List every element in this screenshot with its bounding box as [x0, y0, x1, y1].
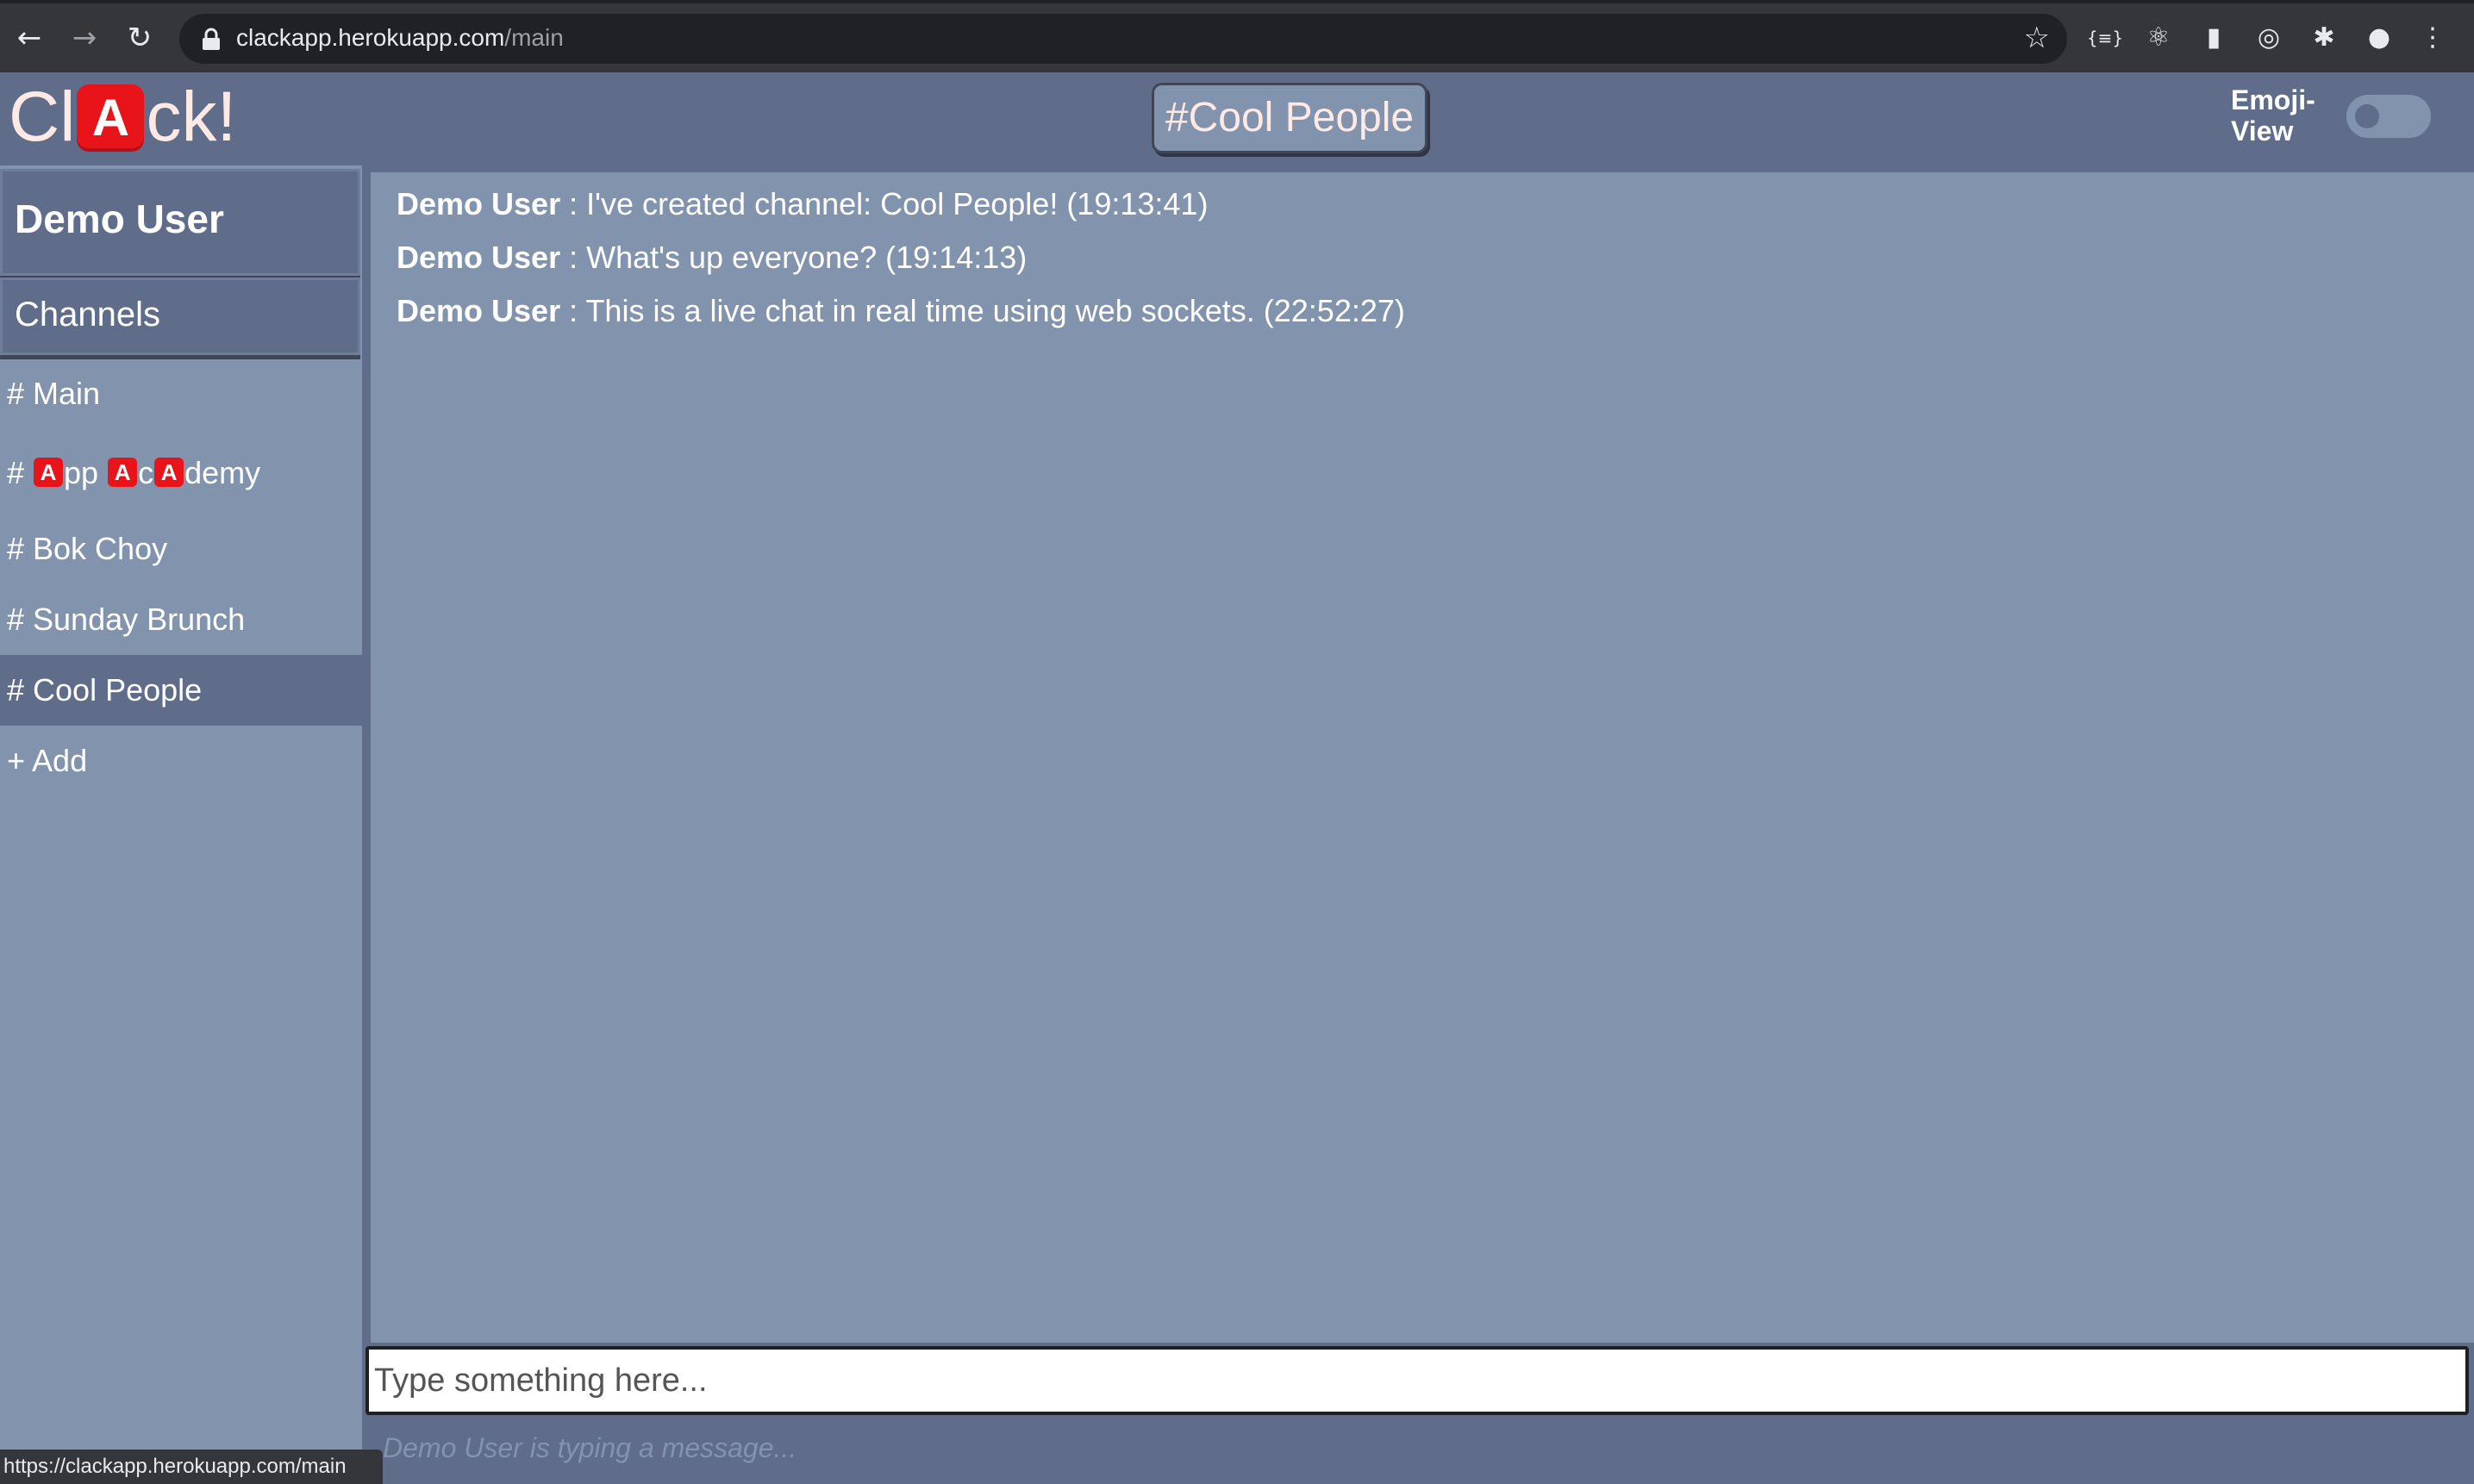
emoji-view-toggle[interactable]	[2346, 95, 2431, 138]
message-author: Demo User	[397, 293, 561, 328]
add-channel-button[interactable]: + Add	[0, 726, 362, 796]
channels-label: Channels	[15, 296, 161, 334]
logo-text-end: ck!	[146, 78, 237, 156]
profile-avatar-icon[interactable]: ●	[2360, 19, 2398, 57]
message-separator: :	[560, 240, 587, 275]
sidebar-item-app-academy[interactable]: # App Ac Ademy	[0, 438, 362, 508]
sidebar: Demo User Channels # Main # App Ac Ademy …	[0, 165, 362, 1484]
message-composer: Demo User is typing a message...	[362, 1343, 2474, 1484]
clack-logo[interactable]: Cl Ack!	[9, 76, 236, 159]
back-arrow-icon[interactable]: ←	[10, 19, 48, 57]
reload-icon[interactable]: ↻	[121, 19, 159, 57]
sidebar-item-bok-choy[interactable]: # Bok Choy	[0, 514, 362, 584]
channel-hash: #	[7, 455, 34, 490]
message-text: I've created channel: Cool People! (19:1…	[586, 186, 1209, 221]
chat-message: Demo User : I've created channel: Cool P…	[397, 178, 2448, 231]
sidebar-item-label-part: c	[138, 455, 154, 490]
sidebar-item-label-part: pp	[64, 455, 108, 490]
logo-a-badge-icon: A	[77, 84, 145, 152]
lock-icon	[203, 28, 220, 50]
current-user-panel: Demo User	[0, 169, 360, 276]
sidebar-item-label: # Sunday Brunch	[7, 602, 246, 637]
channels-header: Channels	[0, 277, 360, 355]
sidebar-item-sunday-brunch[interactable]: # Sunday Brunch	[0, 584, 362, 655]
a-badge-icon: A	[154, 458, 184, 487]
message-separator: :	[560, 186, 587, 221]
typing-indicator: Demo User is typing a message...	[383, 1432, 797, 1463]
more-menu-icon[interactable]: ⋮	[2414, 19, 2452, 57]
chat-message: Demo User : What's up everyone? (19:14:1…	[397, 231, 2448, 284]
emoji-view-label-line2: View	[2231, 115, 2294, 147]
url-path: /main	[504, 24, 564, 51]
message-text: This is a live chat in real time using w…	[585, 293, 1405, 328]
browser-toolbar: ← → ↻ clackapp.herokuapp.com/main ☆ {≡} …	[0, 0, 2474, 72]
emoji-view-label-line1: Emoji-	[2231, 84, 2315, 115]
sidebar-item-cool-people[interactable]: # Cool People	[0, 655, 362, 726]
url-text: clackapp.herokuapp.com/main	[236, 24, 564, 52]
target-extension-icon[interactable]: ◎	[2250, 19, 2288, 57]
sidebar-item-label-part: demy	[184, 455, 261, 490]
message-text: What's up everyone? (19:14:13)	[586, 240, 1028, 275]
current-channel-title: #Cool People	[1152, 83, 1428, 153]
sidebar-item-label: # Main	[7, 376, 101, 411]
sidebar-item-label: # Bok Choy	[7, 531, 168, 566]
current-user-name: Demo User	[15, 196, 224, 241]
emoji-view-label: Emoji- View	[2231, 84, 2343, 147]
chat-divider	[362, 165, 371, 1346]
message-separator: :	[560, 293, 586, 328]
forward-arrow-icon[interactable]: →	[66, 19, 103, 57]
logo-text-start: Cl	[9, 78, 76, 156]
toggle-knob	[2355, 104, 2379, 128]
address-bar[interactable]: clackapp.herokuapp.com/main ☆	[179, 14, 2067, 64]
message-author: Demo User	[397, 240, 561, 275]
message-author: Demo User	[397, 186, 561, 221]
add-channel-label: + Add	[7, 743, 88, 778]
json-extension-icon[interactable]: {≡}	[2086, 19, 2124, 57]
url-host: clackapp.herokuapp.com	[236, 24, 505, 51]
a-badge-icon: A	[108, 458, 138, 487]
app-header: Cl Ack! #Cool People Emoji- View	[0, 72, 2474, 165]
extension-bottle-icon[interactable]: ▮	[2195, 19, 2233, 57]
message-list: Demo User : I've created channel: Cool P…	[397, 178, 2448, 338]
react-devtools-icon[interactable]: ⚛	[2140, 19, 2177, 57]
a-badge-icon: A	[34, 458, 64, 487]
sidebar-item-label: # Cool People	[7, 672, 203, 708]
link-hover-status: https://clackapp.herokuapp.com/main	[0, 1450, 383, 1484]
chat-top-border	[362, 165, 2474, 172]
chat-message: Demo User : This is a live chat in real …	[397, 284, 2448, 338]
extensions-puzzle-icon[interactable]: ✱	[2305, 19, 2343, 57]
bookmark-star-icon[interactable]: ☆	[2024, 21, 2050, 55]
sidebar-item-main[interactable]: # Main	[0, 359, 362, 429]
message-input[interactable]	[365, 1346, 2469, 1415]
